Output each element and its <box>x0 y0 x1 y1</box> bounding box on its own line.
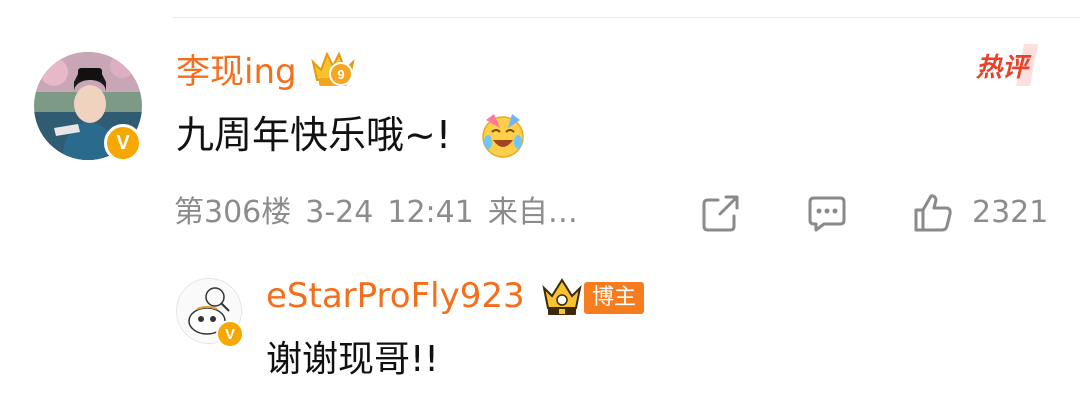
comment-icon[interactable] <box>806 192 848 234</box>
share-icon[interactable] <box>700 192 742 234</box>
hot-comment-tag: 热评 <box>964 40 1044 90</box>
thumbs-up-icon[interactable] <box>912 192 954 234</box>
reply-username[interactable]: eStarProFly923 <box>266 276 525 316</box>
reply-verified-badge: V <box>216 320 244 348</box>
blogger-badge: 博主 <box>584 282 645 314</box>
reply-text: 谢谢现哥!! <box>266 339 439 380</box>
verified-badge: V <box>104 124 142 162</box>
comment-time: 12:41 <box>387 195 474 230</box>
floor-number: 第306楼 <box>174 195 292 230</box>
comment-meta: 第306楼 3-24 12:41 来自… <box>174 195 592 231</box>
comment-date: 3-24 <box>305 195 374 230</box>
comment-source[interactable]: 来自… <box>488 195 578 230</box>
like-count[interactable]: 2321 <box>972 195 1048 231</box>
crying-laughing-emoji-icon <box>478 110 528 160</box>
fan-crown-icon[interactable] <box>540 276 584 318</box>
hot-tag-label: 热评 <box>975 53 1032 83</box>
comment-text: 九周年快乐哦~! <box>176 113 452 157</box>
comment-username[interactable]: 李现ing <box>176 52 297 92</box>
top-divider <box>172 17 1080 18</box>
vip-crown-icon[interactable]: 9 <box>307 48 359 90</box>
vip-level-label: 9 <box>337 67 344 82</box>
